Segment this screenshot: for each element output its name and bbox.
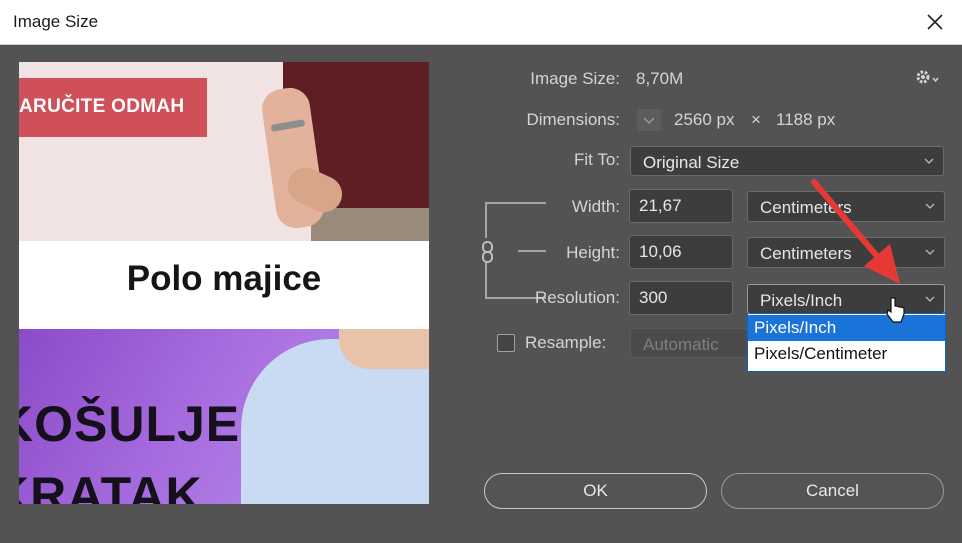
dropdown-option-pixels-centimeter[interactable]: Pixels/Centimeter bbox=[748, 341, 945, 367]
width-input[interactable] bbox=[629, 189, 733, 223]
chevron-down-icon bbox=[924, 158, 934, 164]
chevron-down-icon bbox=[925, 249, 935, 255]
resample-checkbox[interactable] bbox=[497, 334, 515, 352]
chevron-down-icon bbox=[925, 296, 935, 302]
preview-top-section: NARUČITE ODMAH bbox=[19, 62, 429, 241]
dimensions-label: Dimensions: bbox=[526, 110, 620, 129]
dimensions-height: 1188 px bbox=[776, 110, 836, 129]
fit-to-label: Fit To: bbox=[574, 150, 620, 169]
preview-bottom-section: KOŠULJE KRATAK bbox=[19, 329, 429, 504]
preview-banner-text: NARUČITE ODMAH bbox=[19, 96, 185, 117]
height-input[interactable] bbox=[629, 235, 733, 269]
preview-neck bbox=[339, 329, 429, 369]
dropdown-option-pixels-inch[interactable]: Pixels/Inch bbox=[748, 315, 945, 341]
dimensions-width: 2560 px bbox=[674, 110, 735, 129]
mouse-cursor-icon bbox=[886, 297, 905, 323]
window-title: Image Size bbox=[13, 12, 99, 31]
chevron-down-icon bbox=[643, 117, 655, 124]
close-button[interactable] bbox=[916, 6, 954, 38]
image-preview[interactable]: NARUČITE ODMAH Polo majice KOŠULJE KRATA… bbox=[19, 62, 429, 504]
resample-label: Resample: bbox=[525, 333, 607, 352]
preview-pants bbox=[311, 208, 429, 241]
resample-method-value: Automatic bbox=[643, 335, 719, 354]
gear-icon bbox=[916, 70, 939, 84]
dimensions-unit-dropdown[interactable] bbox=[637, 109, 661, 131]
image-size-label: Image Size: bbox=[530, 69, 620, 88]
settings-menu-button[interactable] bbox=[914, 68, 940, 93]
ok-button[interactable]: OK bbox=[484, 473, 707, 509]
preview-heading-band: Polo majice bbox=[19, 241, 429, 329]
resolution-label: Resolution: bbox=[534, 288, 620, 307]
resolution-unit-dropdown-list[interactable]: Pixels/Inch Pixels/Centimeter bbox=[747, 313, 946, 372]
preview-line2: KRATAK bbox=[19, 467, 203, 504]
chevron-down-icon bbox=[925, 203, 935, 209]
preview-heading: Polo majice bbox=[126, 259, 322, 298]
width-label: Width: bbox=[571, 197, 620, 216]
fit-to-value: Original Size bbox=[643, 153, 740, 172]
cancel-button[interactable]: Cancel bbox=[721, 473, 944, 509]
preview-line1: KOŠULJE bbox=[19, 396, 241, 452]
dimensions-times: × bbox=[751, 110, 761, 129]
height-label: Height: bbox=[566, 243, 620, 262]
annotation-arrow bbox=[811, 179, 900, 284]
title-bar: Image Size bbox=[0, 0, 962, 45]
preview-banner: NARUČITE ODMAH bbox=[19, 78, 207, 137]
close-icon bbox=[927, 14, 943, 30]
resolution-input[interactable] bbox=[629, 281, 733, 315]
image-size-value: 8,70M bbox=[636, 69, 684, 88]
